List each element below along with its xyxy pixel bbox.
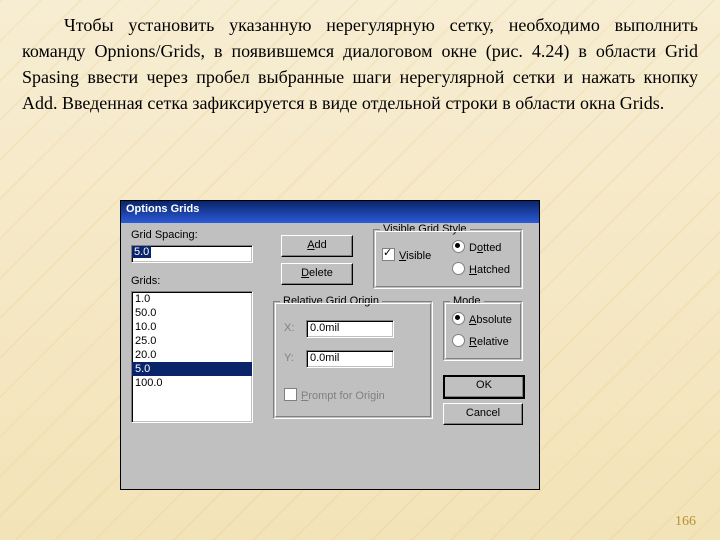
grids-label: Grids: — [131, 275, 160, 287]
hatched-radio[interactable]: Hatched — [452, 262, 510, 276]
cancel-button[interactable]: Cancel — [443, 403, 523, 425]
x-label: X: — [284, 322, 294, 334]
relative-radio[interactable]: Relative — [452, 334, 509, 348]
options-grids-dialog: Options Grids Grid Spacing: 5.0 Grids: 1… — [120, 200, 540, 490]
checkbox-icon — [284, 388, 297, 401]
visible-checkbox[interactable]: Visible — [382, 248, 431, 262]
radio-icon — [452, 262, 465, 275]
grid-spacing-input[interactable]: 5.0 — [131, 245, 253, 263]
add-button[interactable]: Add — [281, 235, 353, 257]
list-item[interactable]: 100.0 — [132, 376, 252, 390]
add-btn-rest: dd — [315, 239, 327, 251]
dialog-title: Options Grids — [126, 203, 199, 215]
radio-icon — [452, 240, 465, 253]
del-btn-rest: elete — [309, 267, 333, 279]
relative-grid-origin-group: Relative Grid Origin X: 0.0mil Y: 0.0mil… — [273, 301, 433, 419]
y-input[interactable]: 0.0mil — [306, 350, 394, 368]
checkbox-icon — [382, 248, 395, 261]
absolute-radio[interactable]: Absolute — [452, 312, 512, 326]
list-item[interactable]: 50.0 — [132, 306, 252, 320]
list-item[interactable]: 10.0 — [132, 320, 252, 334]
paragraph-text: Чтобы установить указанную нерегулярную … — [22, 15, 698, 113]
list-item[interactable]: 5.0 — [132, 362, 252, 376]
list-item[interactable]: 20.0 — [132, 348, 252, 362]
dialog-titlebar[interactable]: Options Grids — [121, 201, 539, 223]
ok-button[interactable]: OK — [443, 375, 525, 399]
y-label: Y: — [284, 352, 294, 364]
grid-spacing-value: 5.0 — [132, 246, 151, 258]
mode-caption: Mode — [450, 295, 484, 307]
grids-listbox[interactable]: 1.050.010.025.020.05.0100.0 — [131, 291, 253, 423]
vgs-caption: Visible Grid Style — [380, 223, 470, 235]
prompt-for-origin-checkbox[interactable]: Prompt for Origin — [284, 388, 385, 402]
mode-group: Mode Absolute Relative — [443, 301, 523, 361]
delete-button[interactable]: Delete — [281, 263, 353, 285]
list-item[interactable]: 1.0 — [132, 292, 252, 306]
rgo-caption: Relative Grid Origin — [280, 295, 382, 307]
radio-icon — [452, 312, 465, 325]
dotted-radio[interactable]: Dotted — [452, 240, 501, 254]
list-item[interactable]: 25.0 — [132, 334, 252, 348]
radio-icon — [452, 334, 465, 347]
page-number: 166 — [675, 514, 696, 530]
grid-spacing-label: Grid Spacing: — [131, 229, 198, 241]
visible-grid-style-group: Visible Grid Style Visible Dotted Hatche… — [373, 229, 523, 289]
x-value: 0.0mil — [307, 322, 342, 334]
x-input[interactable]: 0.0mil — [306, 320, 394, 338]
visible-rest: isible — [406, 250, 431, 262]
y-value: 0.0mil — [307, 352, 342, 364]
body-paragraph: Чтобы установить указанную нерегулярную … — [0, 0, 720, 116]
